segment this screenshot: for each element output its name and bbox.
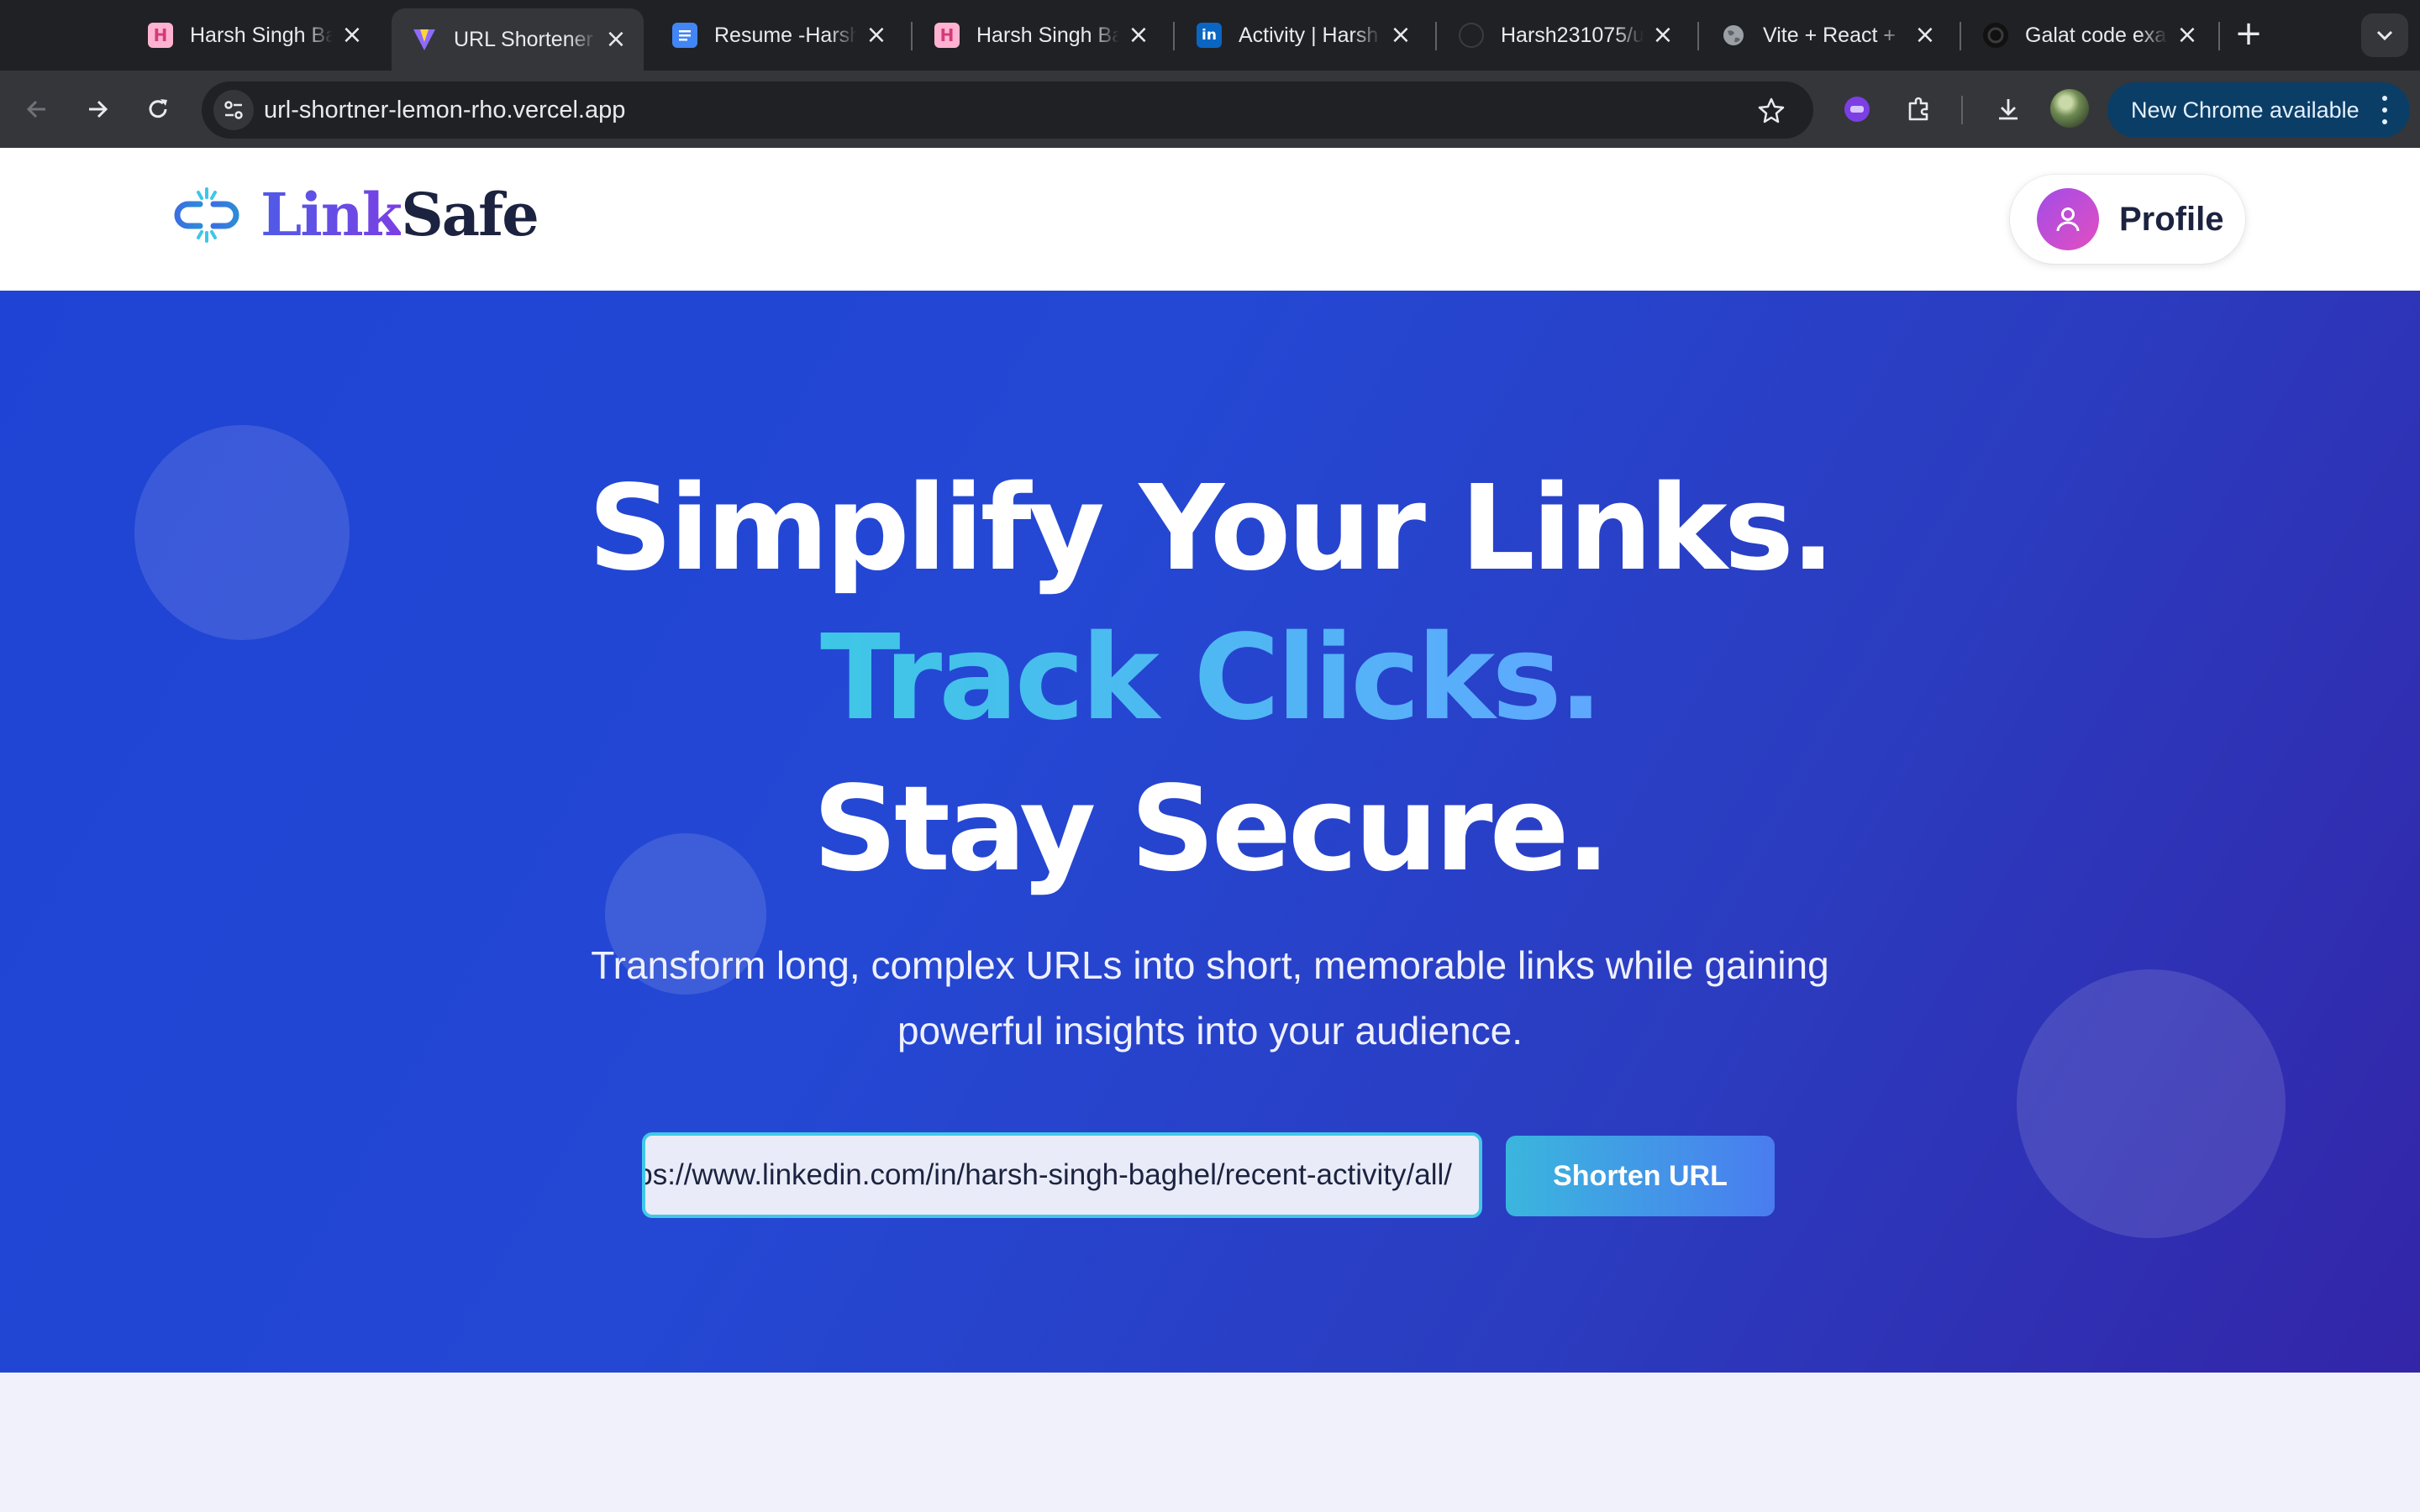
- chevron-down-icon: [2376, 30, 2393, 41]
- hashnode-icon: H: [934, 23, 960, 48]
- github-icon: [1459, 23, 1484, 48]
- tab-search-button[interactable]: [2361, 13, 2408, 57]
- profile-label: Profile: [2119, 200, 2224, 238]
- browser-tab[interactable]: in Activity | Harsh ×: [1176, 10, 1428, 60]
- tab-title: Harsh Singh Ba: [976, 23, 1119, 47]
- tab-title: Vite + React +: [1763, 23, 1896, 47]
- tab-separator: [1435, 22, 1437, 50]
- toolbar-separator: [1961, 96, 1963, 124]
- hero-headline-line1: Simplify Your Links.: [587, 460, 1835, 597]
- tab-title: Harsh231075/u: [1501, 23, 1644, 47]
- site-header: LinkSafe Profile: [0, 148, 2420, 291]
- address-text: url-shortner-lemon-rho.vercel.app: [264, 97, 626, 123]
- address-bar[interactable]: url-shortner-lemon-rho.vercel.app: [202, 81, 1813, 139]
- tab-separator: [1173, 22, 1175, 50]
- hashnode-icon: H: [148, 23, 173, 48]
- user-icon: [2037, 188, 2099, 250]
- extensions-puzzle-icon[interactable]: [1899, 89, 1939, 129]
- tab-title: Activity | Harsh: [1239, 23, 1379, 47]
- browser-toolbar: url-shortner-lemon-rho.vercel.app New Ch…: [0, 71, 2420, 148]
- forward-icon[interactable]: [77, 89, 118, 129]
- browser-profile-avatar[interactable]: [2050, 89, 2089, 128]
- reload-icon[interactable]: [138, 89, 178, 129]
- browser-tab[interactable]: Vite + React + ×: [1701, 10, 1953, 60]
- hero-subtitle: Transform long, complex URLs into short,…: [538, 932, 1882, 1063]
- tab-title: URL Shortener: [454, 27, 593, 51]
- hero-headline-line2: Track Clicks.: [0, 603, 2420, 754]
- vite-icon: [412, 27, 437, 52]
- browser-tab[interactable]: H Harsh Singh Ba ×: [914, 10, 1166, 60]
- browser-tab-active[interactable]: URL Shortener ×: [392, 8, 644, 71]
- tab-separator: [2218, 22, 2220, 50]
- url-input-value: tps://www.linkedin.com/in/harsh-singh-ba…: [642, 1158, 1452, 1191]
- close-tab-icon[interactable]: ×: [864, 23, 889, 48]
- logo-part-link: Link: [260, 180, 402, 249]
- download-icon[interactable]: [1988, 89, 2028, 129]
- close-tab-icon[interactable]: ×: [1126, 23, 1151, 48]
- openai-icon: [1983, 23, 2008, 48]
- browser-tab[interactable]: Harsh231075/u ×: [1439, 10, 1691, 60]
- hero-headline-accent: Track Clicks.: [820, 610, 1603, 747]
- tab-separator: [911, 22, 913, 50]
- more-menu-icon[interactable]: [2381, 96, 2388, 124]
- globe-icon: [1721, 23, 1746, 48]
- tab-title: Harsh Singh Ba: [190, 23, 333, 47]
- extension-icon[interactable]: [1837, 89, 1877, 129]
- site-settings-icon[interactable]: [213, 90, 254, 130]
- hero-subtitle-line2: powerful insights into your audience.: [897, 1009, 1523, 1053]
- browser-tab[interactable]: Galat code exa ×: [1963, 10, 2215, 60]
- close-tab-icon[interactable]: ×: [339, 23, 365, 48]
- close-tab-icon[interactable]: ×: [2175, 23, 2200, 48]
- chrome-update-button[interactable]: New Chrome available: [2107, 82, 2410, 138]
- linkedin-icon: in: [1197, 23, 1222, 48]
- site-logo[interactable]: LinkSafe: [171, 180, 539, 249]
- google-docs-icon: [672, 23, 697, 48]
- hero-subtitle-line1: Transform long, complex URLs into short,…: [591, 943, 1829, 987]
- close-tab-icon[interactable]: ×: [603, 27, 629, 52]
- close-tab-icon[interactable]: ×: [1650, 23, 1676, 48]
- url-input[interactable]: tps://www.linkedin.com/in/harsh-singh-ba…: [642, 1132, 1482, 1218]
- bookmark-star-icon[interactable]: [1753, 92, 1790, 129]
- decorative-circle: [2017, 969, 2286, 1238]
- logo-part-safe: Safe: [401, 180, 539, 249]
- shorten-url-button[interactable]: Shorten URL: [1506, 1136, 1775, 1216]
- browser-tab-strip: H Harsh Singh Ba × URL Shortener × Resum…: [0, 0, 2420, 71]
- tab-separator: [1960, 22, 1961, 50]
- tab-title: Galat code exa: [2025, 23, 2167, 47]
- tab-title: Resume -Harsh: [714, 23, 857, 47]
- close-tab-icon[interactable]: ×: [1388, 23, 1413, 48]
- close-tab-icon[interactable]: ×: [1912, 23, 1938, 48]
- new-tab-icon[interactable]: +: [2232, 15, 2265, 52]
- logo-wordmark: LinkSafe: [260, 180, 539, 249]
- profile-button[interactable]: Profile: [2010, 175, 2245, 264]
- update-label: New Chrome available: [2131, 97, 2360, 123]
- chain-link-icon: [174, 187, 239, 243]
- back-icon[interactable]: [17, 89, 57, 129]
- tab-separator: [1697, 22, 1699, 50]
- browser-tab[interactable]: H Harsh Singh Ba ×: [128, 10, 380, 60]
- page-viewport: LinkSafe Profile Simplify Your Links. Tr…: [0, 148, 2420, 1512]
- hero-headline-line3: Stay Secure.: [813, 761, 1611, 898]
- browser-tab[interactable]: Resume -Harsh ×: [652, 10, 904, 60]
